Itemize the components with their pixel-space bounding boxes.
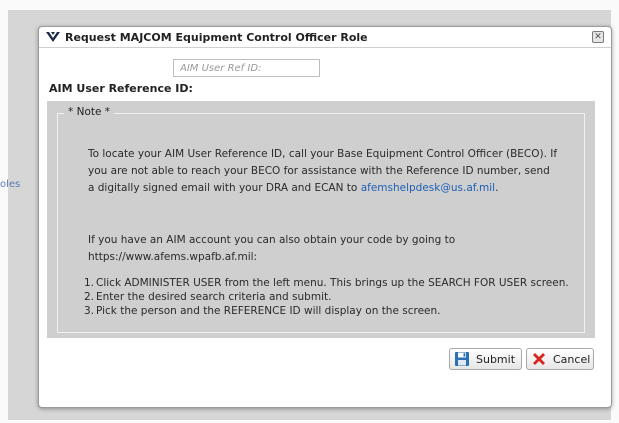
aim-user-ref-input[interactable] [173,59,320,77]
list-item: 2. Enter the desired search criteria and… [84,290,579,304]
helpdesk-email-link[interactable]: afemshelpdesk@us.af.mil [361,182,495,194]
submit-button-label: Submit [476,352,516,366]
note-heading: * Note * [64,106,115,118]
step-number: 2. [84,291,95,303]
close-icon[interactable]: ✕ [592,31,604,43]
step-number: 1. [84,277,95,289]
usaf-wings-icon [45,30,61,44]
note-paragraph-1-end: . [495,182,499,194]
note-fieldset: * Note * To locate your AIM User Referen… [57,106,585,333]
step-text: Pick the person and the REFERENCE ID wil… [96,305,441,317]
dialog-titlebar[interactable]: Request MAJCOM Equipment Control Officer… [39,27,611,48]
list-item: 1. Click ADMINISTER USER from the left m… [84,276,579,290]
step-text: Click ADMINISTER USER from the left menu… [96,277,569,289]
note-paragraph-2: If you have an AIM account you can also … [88,234,456,263]
cancel-button-label: Cancel [553,352,591,366]
step-number: 3. [84,305,95,317]
list-item: 3. Pick the person and the REFERENCE ID … [84,304,579,318]
steps-list: 1. Click ADMINISTER USER from the left m… [84,276,579,318]
dialog-title: Request MAJCOM Equipment Control Officer… [65,30,368,44]
note-panel: * Note * To locate your AIM User Referen… [47,101,595,338]
red-x-icon [531,351,547,367]
cancel-button[interactable]: Cancel [526,348,594,370]
background-text: oles [0,179,21,190]
step-text: Enter the desired search criteria and su… [96,291,332,303]
submit-button[interactable]: Submit [449,348,522,370]
note-paragraph-1: To locate your AIM User Reference ID, ca… [88,146,558,197]
request-role-dialog: Request MAJCOM Equipment Control Officer… [38,26,612,408]
aim-user-ref-label: AIM User Reference ID: [49,82,193,95]
save-disk-icon [454,351,470,367]
